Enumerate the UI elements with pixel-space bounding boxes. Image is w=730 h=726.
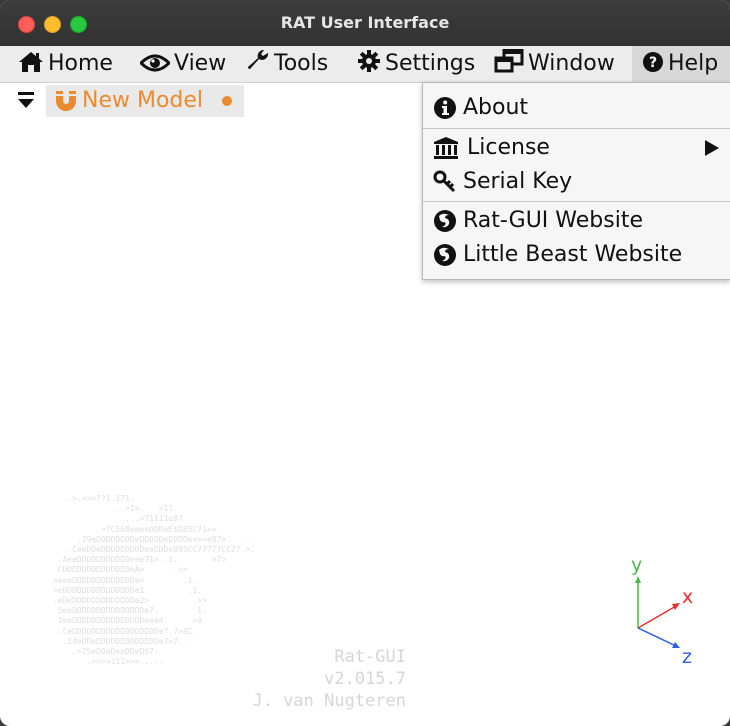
menu-tools[interactable]: Tools bbox=[246, 46, 328, 82]
z-axis-line bbox=[637, 627, 677, 647]
menu-item-license[interactable]: License bbox=[423, 132, 730, 164]
submenu-arrow-icon bbox=[705, 140, 719, 156]
tab-label: New Model bbox=[82, 88, 204, 113]
little-beast-website-label: Little Beast Website bbox=[463, 242, 683, 267]
wrench-icon bbox=[246, 49, 270, 85]
menu-separator bbox=[423, 201, 730, 202]
menu-view[interactable]: View bbox=[138, 46, 227, 85]
svg-text:?: ? bbox=[649, 55, 657, 71]
home-icon bbox=[18, 49, 44, 85]
menu-window-label: Window bbox=[528, 51, 615, 76]
magnet-icon bbox=[54, 89, 78, 113]
help-dropdown-menu: About License Serial Key Rat-GUI Website bbox=[422, 82, 730, 280]
app-window: RAT User Interface Home View Tools Setti… bbox=[0, 0, 730, 726]
collapse-tabs-icon[interactable] bbox=[18, 90, 34, 110]
z-axis-label: z bbox=[682, 646, 692, 668]
watermark-author: J. van Nugteren bbox=[252, 691, 406, 711]
firefox-icon bbox=[433, 209, 457, 233]
question-circle-icon: ? bbox=[642, 49, 664, 85]
menu-view-label: View bbox=[174, 51, 227, 76]
menu-item-rat-gui-website[interactable]: Rat-GUI Website bbox=[423, 205, 730, 237]
info-circle-icon bbox=[433, 96, 457, 120]
y-axis-label: y bbox=[631, 554, 643, 576]
menu-home[interactable]: Home bbox=[18, 46, 113, 82]
menu-tools-label: Tools bbox=[274, 51, 329, 76]
gear-icon bbox=[357, 49, 381, 85]
menu-help-label: Help bbox=[668, 51, 719, 76]
watermark-app-name: Rat-GUI bbox=[334, 647, 406, 667]
menu-window[interactable]: Window bbox=[494, 46, 615, 82]
axes-triad: y x z bbox=[620, 554, 710, 668]
rat-ascii-logo: ..>.>>>??1.171. ..>1>. >11. ...>71111e87… bbox=[52, 494, 256, 667]
x-axis-line bbox=[637, 605, 677, 629]
menu-item-about[interactable]: About bbox=[423, 92, 730, 124]
menu-settings-label: Settings bbox=[385, 51, 476, 76]
menu-help[interactable]: ? Help bbox=[632, 46, 730, 82]
bank-icon bbox=[433, 136, 458, 160]
tab-new-model[interactable]: New Model bbox=[46, 85, 244, 117]
key-icon bbox=[433, 170, 457, 194]
window-restore-icon bbox=[494, 48, 524, 85]
eye-icon bbox=[138, 49, 172, 85]
watermark-version: v2.015.7 bbox=[324, 669, 406, 689]
menu-item-little-beast-website[interactable]: Little Beast Website bbox=[423, 239, 730, 271]
window-title: RAT User Interface bbox=[280, 13, 450, 32]
menu-separator bbox=[423, 128, 730, 129]
menu-home-label: Home bbox=[48, 51, 113, 76]
license-label: License bbox=[467, 135, 550, 160]
firefox-icon bbox=[433, 243, 457, 267]
rat-gui-website-label: Rat-GUI Website bbox=[463, 208, 643, 233]
about-label: About bbox=[463, 95, 529, 120]
unsaved-indicator bbox=[222, 96, 232, 106]
x-axis-label: x bbox=[682, 586, 694, 608]
title-bar: RAT User Interface bbox=[0, 0, 730, 47]
menu-item-serial-key[interactable]: Serial Key bbox=[423, 166, 730, 198]
serial-key-label: Serial Key bbox=[463, 169, 573, 194]
menu-bar: Home View Tools Settings Window ? Help bbox=[0, 46, 730, 83]
menu-settings[interactable]: Settings bbox=[357, 46, 475, 82]
